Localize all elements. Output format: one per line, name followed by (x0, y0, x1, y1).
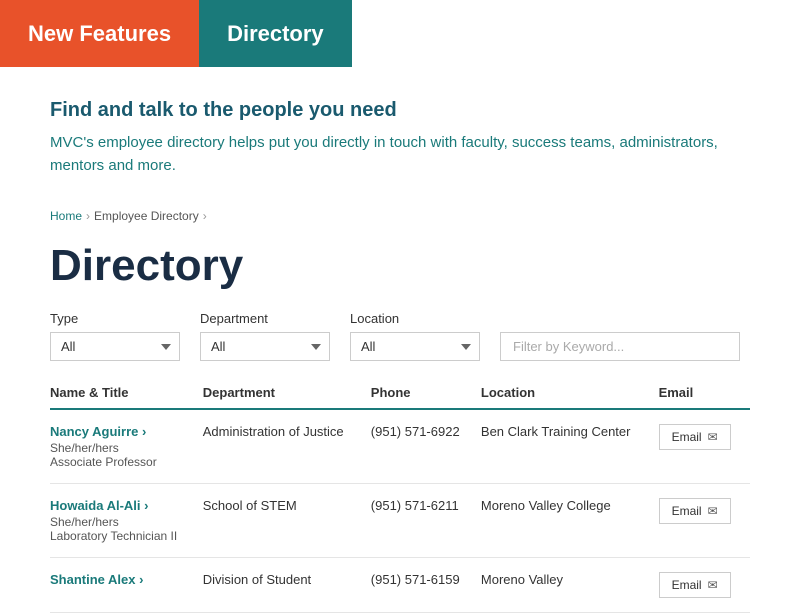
email-icon: ✉ (708, 504, 718, 518)
email-icon: ✉ (708, 430, 718, 444)
type-filter-select[interactable]: All (50, 332, 180, 361)
department-filter-select[interactable]: All (200, 332, 330, 361)
department-filter-label: Department (200, 311, 330, 326)
filters-section: Type All Department All Location All (0, 311, 800, 377)
location-filter-label: Location (350, 311, 480, 326)
hero-description: MVC's employee directory helps put you d… (50, 132, 750, 177)
table-row: Howaida Al-Ali She/her/hers Laboratory T… (50, 484, 750, 558)
cell-email: Email ✉ (659, 409, 750, 484)
cell-location: Ben Clark Training Center (481, 409, 659, 484)
cell-phone: (951) 571-6211 (371, 484, 481, 558)
cell-email: Email ✉ (659, 484, 750, 558)
breadcrumb: Home › Employee Directory › (0, 201, 800, 231)
cell-phone: (951) 571-6159 (371, 558, 481, 613)
person-title: Associate Professor (50, 455, 193, 469)
page-title: Directory (0, 231, 800, 311)
tab-directory-label: Directory (227, 21, 324, 47)
table-header-row: Name & Title Department Phone Location E… (50, 377, 750, 409)
tab-new-features-label: New Features (28, 21, 171, 47)
col-phone: Phone (371, 377, 481, 409)
table-row: Nancy Aguirre She/her/hers Associate Pro… (50, 409, 750, 484)
cell-department: Administration of Justice (203, 409, 371, 484)
directory-table: Name & Title Department Phone Location E… (50, 377, 750, 613)
tab-directory[interactable]: Directory (199, 0, 352, 67)
cell-name-title: Nancy Aguirre She/her/hers Associate Pro… (50, 409, 203, 484)
breadcrumb-trailing: › (203, 209, 207, 223)
person-pronoun: She/her/hers (50, 515, 193, 529)
breadcrumb-separator: › (86, 209, 90, 223)
tab-bar: New Features Directory (0, 0, 800, 67)
table-row: Shantine Alex Division of Student(951) 5… (50, 558, 750, 613)
person-pronoun: She/her/hers (50, 441, 193, 455)
keyword-filter-input[interactable] (500, 332, 740, 361)
cell-location: Moreno Valley (481, 558, 659, 613)
person-name-link[interactable]: Shantine Alex (50, 572, 143, 587)
person-name-link[interactable]: Howaida Al-Ali (50, 498, 148, 513)
col-location: Location (481, 377, 659, 409)
type-filter-group: Type All (50, 311, 180, 361)
department-filter-group: Department All (200, 311, 330, 361)
email-icon: ✉ (708, 578, 718, 592)
cell-name-title: Shantine Alex (50, 558, 203, 613)
type-filter-label: Type (50, 311, 180, 326)
breadcrumb-home[interactable]: Home (50, 209, 82, 223)
cell-email: Email ✉ (659, 558, 750, 613)
keyword-filter-group (500, 332, 740, 361)
cell-phone: (951) 571-6922 (371, 409, 481, 484)
email-button[interactable]: Email ✉ (659, 572, 731, 598)
hero-title: Find and talk to the people you need (50, 99, 750, 122)
cell-department: School of STEM (203, 484, 371, 558)
person-title: Laboratory Technician II (50, 529, 193, 543)
breadcrumb-current: Employee Directory (94, 209, 199, 223)
col-email: Email (659, 377, 750, 409)
email-button[interactable]: Email ✉ (659, 498, 731, 524)
hero-section: Find and talk to the people you need MVC… (0, 67, 800, 201)
cell-name-title: Howaida Al-Ali She/her/hers Laboratory T… (50, 484, 203, 558)
email-button[interactable]: Email ✉ (659, 424, 731, 450)
person-name-link[interactable]: Nancy Aguirre (50, 424, 146, 439)
cell-location: Moreno Valley College (481, 484, 659, 558)
location-filter-select[interactable]: All (350, 332, 480, 361)
cell-department: Division of Student (203, 558, 371, 613)
tab-new-features[interactable]: New Features (0, 0, 199, 67)
col-name-title: Name & Title (50, 377, 203, 409)
location-filter-group: Location All (350, 311, 480, 361)
col-department: Department (203, 377, 371, 409)
